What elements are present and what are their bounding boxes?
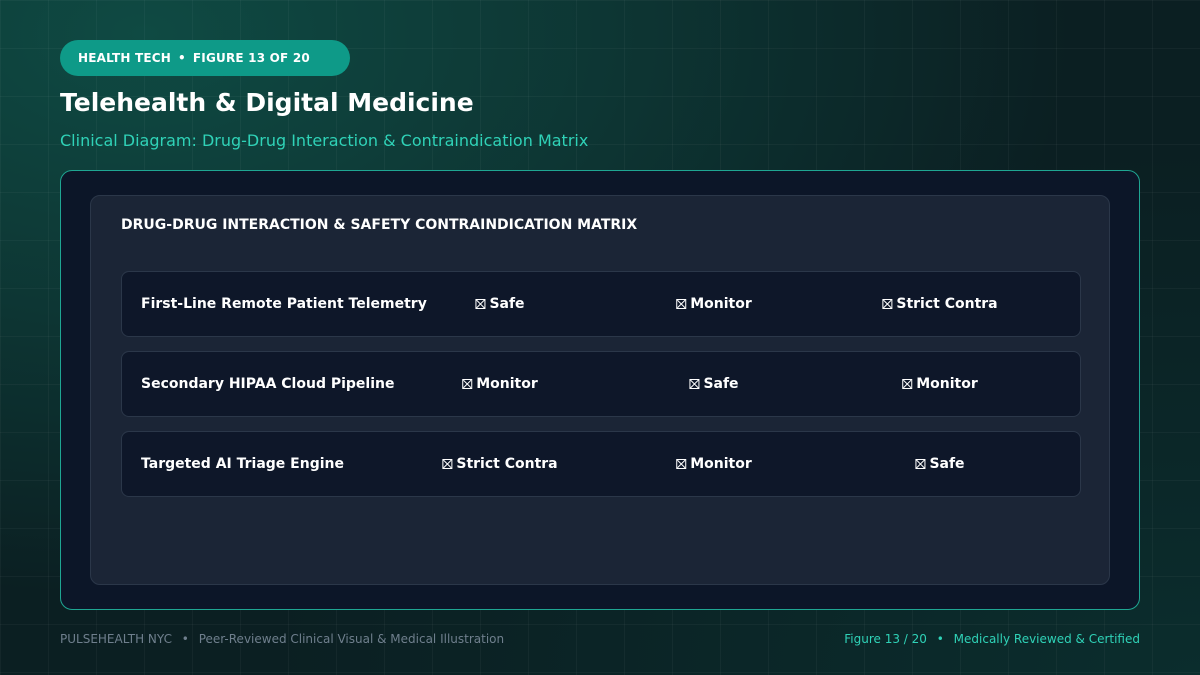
boxed-x-icon xyxy=(689,379,700,389)
category-badge: HEALTH TECH • FIGURE 13 OF 20 xyxy=(60,40,350,76)
cell-value: Monitor xyxy=(690,296,752,312)
matrix-row: Targeted AI Triage Engine Strict Contra … xyxy=(121,431,1081,497)
cell-value: Strict Contra xyxy=(456,456,558,472)
matrix-cell: Safe xyxy=(689,376,739,392)
figure-label: FIGURE 13 OF 20 xyxy=(192,51,310,65)
boxed-x-icon xyxy=(442,459,453,469)
footer-brand: PULSEHEALTH NYC xyxy=(60,632,172,646)
matrix-row: Secondary HIPAA Cloud Pipeline Monitor S… xyxy=(121,351,1081,417)
footer-credit: PULSEHEALTH NYC • Peer-Reviewed Clinical… xyxy=(60,632,504,646)
footer-tagline: Peer-Reviewed Clinical Visual & Medical … xyxy=(198,632,505,646)
row-label: Secondary HIPAA Cloud Pipeline xyxy=(141,376,395,392)
footer-certification: Medically Reviewed & Certified xyxy=(953,632,1140,646)
boxed-x-icon xyxy=(676,299,687,309)
separator-dot: • xyxy=(178,51,186,65)
boxed-x-icon xyxy=(676,459,687,469)
boxed-x-icon xyxy=(475,299,486,309)
boxed-x-icon xyxy=(902,379,913,389)
boxed-x-icon xyxy=(882,299,893,309)
matrix-panel: DRUG-DRUG INTERACTION & SAFETY CONTRAIND… xyxy=(90,195,1110,585)
matrix-cell: Strict Contra xyxy=(442,456,558,472)
boxed-x-icon xyxy=(462,379,473,389)
matrix-cell: Strict Contra xyxy=(882,296,998,312)
footer-figure-count: Figure 13 / 20 xyxy=(844,632,927,646)
matrix-cell: Monitor xyxy=(676,456,752,472)
matrix-cell: Monitor xyxy=(902,376,978,392)
cell-value: Strict Contra xyxy=(896,296,998,312)
row-label: First-Line Remote Patient Telemetry xyxy=(141,296,427,312)
row-label: Targeted AI Triage Engine xyxy=(141,456,344,472)
cell-value: Monitor xyxy=(690,456,752,472)
cell-value: Safe xyxy=(703,376,739,392)
cell-value: Monitor xyxy=(476,376,538,392)
cell-value: Monitor xyxy=(916,376,978,392)
page-subtitle: Clinical Diagram: Drug-Drug Interaction … xyxy=(60,131,589,150)
cell-value: Safe xyxy=(489,296,525,312)
separator-dot: • xyxy=(936,632,944,646)
matrix-cell: Monitor xyxy=(676,296,752,312)
category-label: HEALTH TECH xyxy=(78,51,172,65)
matrix-cell: Safe xyxy=(915,456,965,472)
separator-dot: • xyxy=(181,632,189,646)
footer-meta: Figure 13 / 20 • Medically Reviewed & Ce… xyxy=(844,632,1140,646)
diagram-frame: DRUG-DRUG INTERACTION & SAFETY CONTRAIND… xyxy=(60,170,1140,610)
matrix-cell: Safe xyxy=(475,296,525,312)
matrix-cell: Monitor xyxy=(462,376,538,392)
matrix-row: First-Line Remote Patient Telemetry Safe… xyxy=(121,271,1081,337)
cell-value: Safe xyxy=(929,456,965,472)
boxed-x-icon xyxy=(915,459,926,469)
page-title: Telehealth & Digital Medicine xyxy=(60,88,474,117)
matrix-title: DRUG-DRUG INTERACTION & SAFETY CONTRAIND… xyxy=(121,217,638,233)
